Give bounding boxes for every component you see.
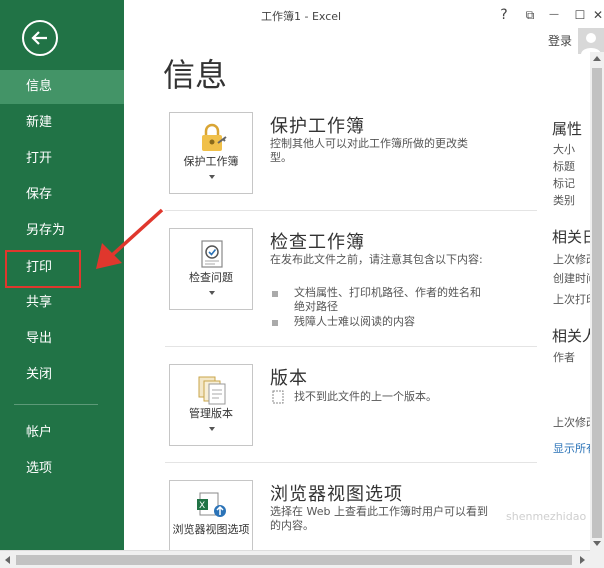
section-divider <box>165 346 537 347</box>
author-label: 作者 <box>553 351 575 364</box>
protect-workbook-button-label: 保护工作簿 <box>183 155 239 168</box>
property-label: 大小 <box>553 143 575 156</box>
horizontal-scroll-thumb[interactable] <box>16 555 572 565</box>
check-for-issues-button[interactable]: 检查问题 <box>169 228 253 310</box>
protect-workbook-button[interactable]: 保护工作簿 <box>169 112 253 194</box>
sign-in-link[interactable]: 登录 <box>548 32 572 49</box>
close-button[interactable]: ✕ <box>588 5 604 25</box>
browser-view-options-button-label: 浏览器视图选项 <box>172 523 250 536</box>
back-arrow-icon <box>31 31 47 45</box>
properties-heading[interactable]: 属性 <box>552 118 582 139</box>
browser-view-options-title: 浏览器视图选项 <box>270 484 403 505</box>
document-versions-icon <box>198 376 226 405</box>
protect-workbook-title: 保护工作簿 <box>270 116 365 137</box>
check-for-issues-button-label: 检查问题 <box>189 271 233 284</box>
scroll-up-icon[interactable] <box>593 56 601 61</box>
sidebar-item-new[interactable]: 新建 <box>0 106 124 140</box>
versions-title: 版本 <box>270 368 308 389</box>
maximize-button[interactable]: ☐ <box>570 5 590 25</box>
lock-key-icon <box>202 123 227 151</box>
inspect-workbook-title: 检查工作簿 <box>270 232 365 253</box>
property-label: 标记 <box>553 177 575 190</box>
protect-workbook-desc: 控制其他人可以对此工作簿所做的更改类型。 <box>270 137 468 164</box>
section-divider <box>165 210 537 211</box>
inspect-bullet-item: 文档属性、打印机路径、作者的姓名和绝对路径 <box>294 286 481 313</box>
property-label: 类别 <box>553 194 575 207</box>
manage-versions-button-label: 管理版本 <box>189 407 233 420</box>
chevron-down-icon <box>209 427 215 431</box>
ribbon-display-button[interactable]: ⧉ <box>520 5 540 25</box>
scroll-right-icon[interactable] <box>580 556 585 564</box>
watermark-text: shenmezhidao <box>506 510 587 523</box>
help-button[interactable]: ? <box>494 5 514 25</box>
minimize-button[interactable]: — <box>544 5 564 25</box>
title-bar: 工作簿1 - Excel ? ⧉ — ☐ ✕ <box>124 0 604 30</box>
browser-view-options-button[interactable]: X 浏览器视图选项 <box>169 480 253 554</box>
sidebar-item-options[interactable]: 选项 <box>0 452 124 486</box>
chevron-down-icon <box>209 291 215 295</box>
sidebar-divider <box>14 404 98 405</box>
vertical-scrollbar[interactable] <box>590 52 604 550</box>
sidebar-item-close[interactable]: 关闭 <box>0 358 124 392</box>
vertical-scroll-thumb[interactable] <box>592 68 602 538</box>
sidebar-item-open[interactable]: 打开 <box>0 142 124 176</box>
document-icon <box>272 390 284 404</box>
inspect-bullet-item: 残障人士难以阅读的内容 <box>294 315 415 328</box>
sidebar-item-info[interactable]: 信息 <box>0 70 124 104</box>
browser-view-options-desc: 选择在 Web 上查看此工作簿时用户可以看到的内容。 <box>270 505 488 532</box>
svg-text:X: X <box>199 501 205 511</box>
watermark: shenmezhidao <box>506 510 586 523</box>
scroll-left-icon[interactable] <box>5 556 10 564</box>
chevron-down-icon <box>209 175 215 179</box>
print-highlight-box <box>5 250 81 288</box>
horizontal-scrollbar[interactable] <box>0 550 590 568</box>
back-button[interactable] <box>22 20 58 56</box>
sidebar-item-account[interactable]: 帐户 <box>0 416 124 450</box>
excel-web-icon: X <box>197 492 226 517</box>
versions-desc: 找不到此文件的上一个版本。 <box>294 390 437 403</box>
property-label: 标题 <box>553 160 575 173</box>
bullet-icon <box>272 320 278 326</box>
manage-versions-button[interactable]: 管理版本 <box>169 364 253 446</box>
scrollbar-corner <box>590 550 604 568</box>
page-title: 信息 <box>163 56 228 94</box>
inspect-workbook-desc: 在发布此文件之前，请注意其包含以下内容: <box>270 253 483 266</box>
bullet-icon <box>272 291 278 297</box>
window-title: 工作簿1 - Excel <box>261 10 342 23</box>
sidebar-item-share[interactable]: 共享 <box>0 286 124 320</box>
user-icon <box>581 33 601 54</box>
annotation-arrow <box>96 208 164 269</box>
sidebar-item-export[interactable]: 导出 <box>0 322 124 356</box>
avatar[interactable] <box>578 28 604 54</box>
scroll-down-icon[interactable] <box>593 541 601 546</box>
section-divider <box>165 462 537 463</box>
document-check-icon <box>201 240 223 268</box>
backstage-sidebar: 信息 新建 打开 保存 另存为 打印 共享 导出 关闭 帐户 选项 <box>0 0 124 550</box>
